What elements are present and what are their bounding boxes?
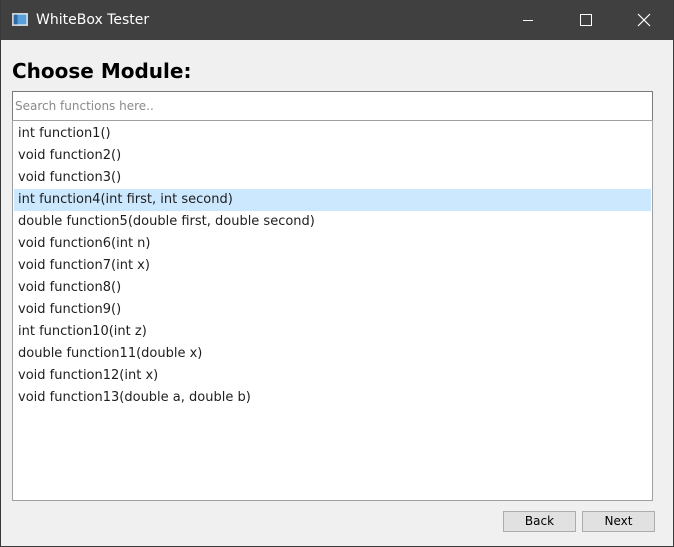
maximize-button[interactable]: [557, 0, 615, 40]
list-item[interactable]: double function11(double x): [14, 343, 651, 365]
list-item[interactable]: void function7(int x): [14, 255, 651, 277]
list-item[interactable]: int function4(int first, int second): [14, 189, 651, 211]
list-item[interactable]: void function13(double a, double b): [14, 387, 651, 409]
page-title: Choose Module:: [12, 59, 192, 83]
close-icon: [637, 13, 651, 27]
close-button[interactable]: [615, 0, 673, 40]
function-list[interactable]: int function1() void function2() void func…: [12, 120, 653, 501]
list-item[interactable]: int function10(int z): [14, 321, 651, 343]
app-window-icon: [12, 13, 28, 26]
list-item[interactable]: void function9(): [14, 299, 651, 321]
list-item[interactable]: void function3(): [14, 167, 651, 189]
function-list-items: int function1() void function2() void func…: [14, 123, 651, 409]
minimize-icon: [523, 20, 533, 21]
list-item[interactable]: void function2(): [14, 145, 651, 167]
list-item[interactable]: void function8(): [14, 277, 651, 299]
list-item[interactable]: double function5(double first, double se…: [14, 211, 651, 233]
minimize-button[interactable]: [499, 0, 557, 40]
maximize-icon: [580, 14, 592, 26]
next-button[interactable]: Next: [582, 511, 655, 532]
list-item[interactable]: int function1(): [14, 123, 651, 145]
title-bar[interactable]: WhiteBox Tester: [1, 0, 673, 40]
app-window: WhiteBox Tester Choose Module: int funct…: [0, 0, 674, 547]
window-title: WhiteBox Tester: [36, 12, 150, 28]
list-item[interactable]: void function12(int x): [14, 365, 651, 387]
list-item[interactable]: void function6(int n): [14, 233, 651, 255]
back-button[interactable]: Back: [503, 511, 576, 532]
search-input[interactable]: [12, 91, 653, 121]
